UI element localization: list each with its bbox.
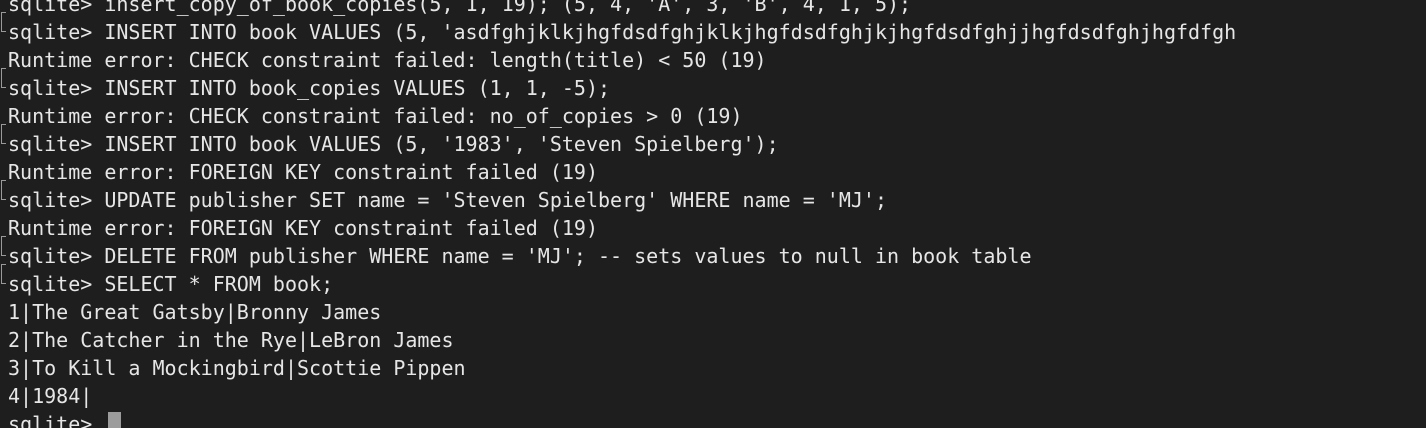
command-mark — [1, 68, 6, 88]
terminal-output: sqlite> insert_copy_of_book_copies(5, 1,… — [8, 0, 1236, 428]
terminal-line-command: sqlite> DELETE FROM publisher WHERE name… — [8, 244, 1032, 268]
terminal-line-error: Runtime error: CHECK constraint failed: … — [8, 104, 743, 128]
terminal-line-error: Runtime error: FOREIGN KEY constraint fa… — [8, 216, 599, 240]
terminal-line-result: 2|The Catcher in the Rye|LeBron James — [8, 328, 454, 352]
terminal-line-partial: sqlite> insert_copy_of_book_copies(5, 1,… — [8, 0, 912, 16]
terminal-line-error: Runtime error: FOREIGN KEY constraint fa… — [8, 160, 599, 184]
terminal-line-error: Runtime error: CHECK constraint failed: … — [8, 48, 767, 72]
terminal-line-result: 1|The Great Gatsby|Bronny James — [8, 300, 382, 324]
terminal-prompt: sqlite> — [8, 412, 105, 428]
command-mark — [1, 236, 6, 256]
text-cursor[interactable] — [108, 411, 122, 428]
command-mark — [1, 180, 6, 200]
terminal-input-line[interactable]: sqlite> — [8, 410, 1236, 428]
terminal-line-command: sqlite> INSERT INTO book_copies VALUES (… — [8, 76, 611, 100]
command-mark — [1, 12, 6, 32]
command-mark — [1, 124, 6, 144]
terminal-line-command: sqlite> INSERT INTO book VALUES (5, '198… — [8, 132, 779, 156]
terminal-line-result: 3|To Kill a Mockingbird|Scottie Pippen — [8, 356, 466, 380]
terminal-line-command: sqlite> UPDATE publisher SET name = 'Ste… — [8, 188, 887, 212]
terminal-line-command: sqlite> SELECT * FROM book; — [8, 272, 334, 296]
command-mark — [1, 264, 6, 284]
terminal-line-command: sqlite> INSERT INTO book VALUES (5, 'asd… — [8, 20, 1237, 44]
terminal-window[interactable]: sqlite> insert_copy_of_book_copies(5, 1,… — [0, 0, 1426, 428]
terminal-line-result: 4|1984| — [8, 384, 93, 408]
